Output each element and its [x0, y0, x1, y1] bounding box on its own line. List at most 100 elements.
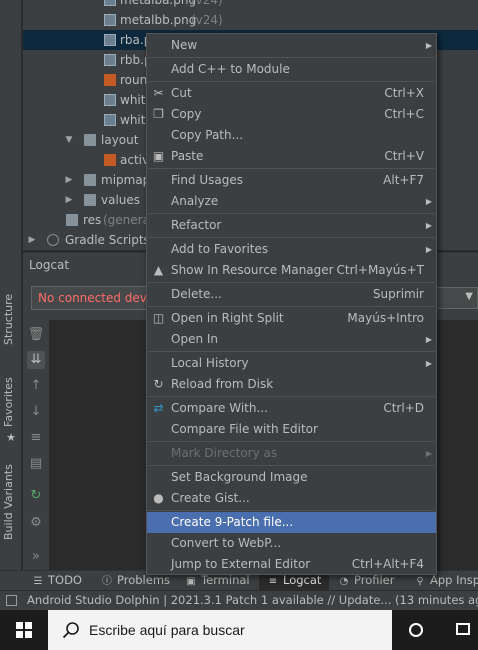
tool-windows-icon[interactable]	[6, 595, 17, 606]
menu-item-create-gist[interactable]: ● Create Gist...	[147, 488, 436, 509]
menu-item-analyze[interactable]: Analyze ▶	[147, 191, 436, 212]
soft-wrap-icon[interactable]: ≡	[27, 429, 45, 447]
menu-item-jump-to-external-editor[interactable]: Jump to External Editor Ctrl+Alt+F4	[147, 554, 436, 575]
scissors-icon: ✂	[153, 86, 164, 100]
menu-item-label: New	[171, 38, 198, 52]
menu-separator	[148, 168, 435, 169]
menu-item-find-usages[interactable]: Find Usages Alt+F7	[147, 170, 436, 191]
tree-row-metalba[interactable]: metalba.png (v24)	[23, 0, 478, 10]
structure-tab-label: Structure	[2, 293, 15, 345]
menu-item-label: Add to Favorites	[171, 242, 269, 256]
menu-item-shortcut: Ctrl+Alt+F4	[351, 557, 424, 571]
menu-item-open-in[interactable]: Open In ▶	[147, 329, 436, 350]
logcat-title: Logcat	[29, 258, 70, 272]
tree-row-label: layout	[101, 133, 139, 147]
tab-label: TODO	[48, 573, 82, 587]
menu-separator	[148, 510, 435, 511]
copy-icon: ❐	[153, 107, 164, 121]
menu-item-compare-with[interactable]: ⇄ Compare With... Ctrl+D	[147, 398, 436, 419]
print-icon[interactable]: ▤	[27, 455, 45, 473]
favorites-tab[interactable]: Favorites ★	[2, 377, 20, 445]
build-variants-tab-label: Build Variants	[2, 464, 15, 540]
png-file-icon	[104, 34, 116, 46]
status-text[interactable]: Android Studio Dolphin | 2021.3.1 Patch …	[27, 593, 478, 607]
tab-label: Terminal	[201, 573, 250, 587]
menu-item-add-cpp[interactable]: Add C++ to Module	[147, 59, 436, 80]
png-file-icon	[104, 14, 116, 26]
structure-tab[interactable]: Structure	[2, 293, 20, 347]
compare-icon: ⇄	[153, 401, 164, 415]
menu-item-refactor[interactable]: Refactor ▶	[147, 215, 436, 236]
arrow-down-icon[interactable]: ↓	[27, 403, 45, 421]
resource-manager-icon: ▲	[153, 263, 164, 277]
menu-item-label: Create Gist...	[171, 491, 250, 505]
menu-item-label: Reload from Disk	[171, 377, 274, 391]
menu-separator	[148, 441, 435, 442]
menu-item-label: Delete...	[171, 287, 222, 301]
menu-item-new[interactable]: New ▶	[147, 35, 436, 56]
tab-label: Logcat	[283, 573, 322, 587]
tree-row-label: res	[83, 213, 102, 227]
menu-item-label: Analyze	[171, 194, 219, 208]
menu-separator	[148, 237, 435, 238]
menu-separator	[148, 282, 435, 283]
menu-item-open-in-right-split[interactable]: ◫ Open in Right Split Mayús+Intro	[147, 308, 436, 329]
menu-item-create-9-patch[interactable]: Create 9-Patch file...	[147, 512, 436, 533]
menu-item-label: Find Usages	[171, 173, 244, 187]
chevron-down-icon[interactable]: ▼	[64, 130, 74, 150]
star-icon: ★	[6, 431, 16, 444]
logcat-side-toolbar: 🗑 ⇊ ↑ ↓ ≡ ▤ ↻ ⚙ »	[23, 320, 49, 570]
windows-logo-icon	[16, 622, 32, 638]
menu-item-copy-path[interactable]: Copy Path...	[147, 125, 436, 146]
menu-item-add-to-favorites[interactable]: Add to Favorites ▶	[147, 239, 436, 260]
xml-file-icon	[104, 154, 116, 166]
menu-separator	[148, 213, 435, 214]
more-icon[interactable]: »	[27, 548, 45, 566]
submenu-arrow-icon: ▶	[425, 197, 432, 206]
menu-item-convert-to-webp[interactable]: Convert to WebP...	[147, 533, 436, 554]
menu-item-shortcut: Alt+F7	[383, 173, 424, 187]
tree-row-metalbb[interactable]: metalbb.png (v24)	[23, 10, 478, 30]
menu-item-shortcut: Ctrl+D	[383, 401, 424, 415]
chevron-right-icon[interactable]: ▶	[64, 190, 74, 210]
menu-item-copy[interactable]: ❐ Copy Ctrl+C	[147, 104, 436, 125]
menu-item-label: Convert to WebP...	[171, 536, 282, 550]
menu-item-paste[interactable]: ▣ Paste Ctrl+V	[147, 146, 436, 167]
cortana-button[interactable]	[400, 610, 434, 650]
arrow-up-icon[interactable]: ↑	[27, 377, 45, 395]
github-icon: ●	[153, 491, 164, 505]
menu-item-compare-file-with-editor[interactable]: Compare File with Editor	[147, 419, 436, 440]
task-view-button[interactable]	[446, 610, 478, 650]
trash-icon[interactable]: 🗑	[27, 326, 45, 344]
build-variants-tab[interactable]: Build Variants	[2, 464, 20, 550]
menu-item-shortcut: Ctrl+X	[384, 86, 424, 100]
restart-icon[interactable]: ↻	[27, 487, 45, 505]
folder-icon	[84, 174, 96, 186]
menu-item-local-history[interactable]: Local History ▶	[147, 353, 436, 374]
folder-icon	[84, 194, 96, 206]
menu-item-show-in-resource-manager[interactable]: ▲ Show In Resource Manager Ctrl+Mayús+T	[147, 260, 436, 281]
menu-separator	[148, 306, 435, 307]
menu-item-label: Compare With...	[171, 401, 268, 415]
chevron-right-icon[interactable]: ▶	[27, 230, 37, 250]
paste-icon: ▣	[152, 149, 165, 163]
submenu-arrow-icon: ▶	[425, 449, 432, 458]
problems-icon: ⓘ	[102, 576, 112, 587]
scroll-to-end-icon[interactable]: ⇊	[27, 351, 45, 369]
menu-item-cut[interactable]: ✂ Cut Ctrl+X	[147, 83, 436, 104]
menu-item-set-background-image[interactable]: Set Background Image	[147, 467, 436, 488]
start-button[interactable]	[0, 610, 48, 650]
menu-item-label: Open in Right Split	[171, 311, 284, 325]
menu-item-reload-from-disk[interactable]: ↻ Reload from Disk	[147, 374, 436, 395]
reload-icon: ↻	[153, 377, 164, 391]
tab-todo[interactable]: ☰ TODO	[32, 571, 82, 591]
submenu-arrow-icon: ▶	[425, 41, 432, 50]
chevron-right-icon[interactable]: ▶	[64, 170, 74, 190]
menu-item-delete[interactable]: Delete... Suprimir	[147, 284, 436, 305]
png-file-icon	[104, 114, 116, 126]
gear-icon[interactable]: ⚙	[27, 514, 45, 532]
menu-item-label: Compare File with Editor	[171, 422, 318, 436]
taskbar-search-box[interactable]: Escribe aquí para buscar	[48, 610, 392, 650]
menu-separator	[148, 351, 435, 352]
submenu-arrow-icon: ▶	[425, 221, 432, 230]
